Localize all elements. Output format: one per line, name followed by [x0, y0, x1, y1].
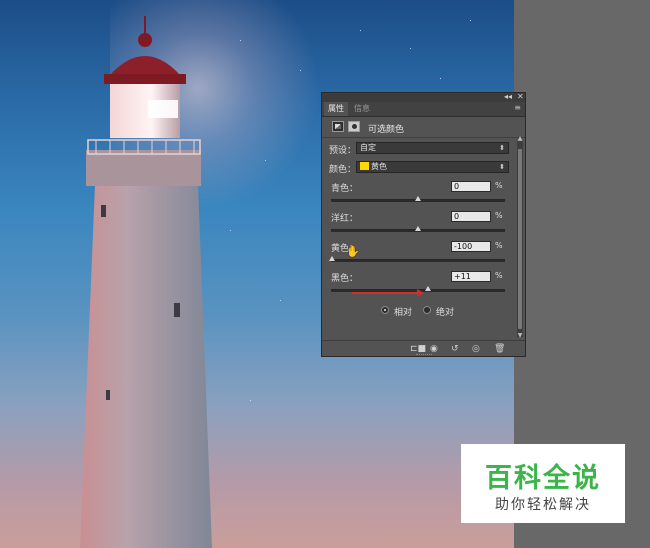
color-value: 黄色	[371, 162, 387, 171]
color-dropdown[interactable]: 黄色 ⬍	[356, 161, 509, 173]
adjustment-layer-icon[interactable]	[332, 121, 344, 132]
preset-label: 预设：	[329, 146, 357, 156]
black-input[interactable]: +11	[451, 271, 491, 282]
color-swatch	[360, 162, 369, 170]
cyan-label: 青色：	[331, 184, 359, 194]
watermark-title: 百科全说	[485, 463, 601, 494]
view-previous-icon[interactable]: ◉	[430, 344, 438, 354]
black-slider-thumb[interactable]	[425, 286, 431, 291]
magenta-input[interactable]: 0	[451, 211, 491, 222]
close-icon[interactable]: ✕	[517, 92, 524, 101]
magenta-slider-thumb[interactable]	[415, 226, 421, 231]
watermark-subtitle: 助你轻松解决	[495, 497, 591, 513]
black-unit: %	[495, 271, 503, 280]
panel-titlebar[interactable]: ◂◂ ✕	[322, 92, 525, 102]
color-label: 颜色：	[329, 165, 357, 175]
visibility-eye-icon[interactable]: ◎	[472, 344, 480, 354]
yellow-input[interactable]: -100	[451, 241, 491, 252]
absolute-label[interactable]: 绝对	[436, 305, 454, 318]
yellow-unit: %	[495, 241, 503, 250]
layer-mask-icon[interactable]	[348, 121, 360, 132]
panel-menu-icon[interactable]: ≡	[514, 103, 521, 112]
relative-radio[interactable]	[381, 306, 389, 314]
cyan-slider-thumb[interactable]	[415, 196, 421, 201]
yellow-slider-thumb[interactable]	[329, 256, 335, 261]
tab-info[interactable]: 信息	[350, 102, 374, 116]
reset-icon[interactable]: ↺	[451, 344, 459, 354]
preset-value: 自定	[360, 143, 376, 152]
tab-properties[interactable]: 属性	[324, 102, 348, 116]
cyan-input[interactable]: 0	[451, 181, 491, 192]
preset-dropdown[interactable]: 自定 ⬍	[356, 142, 509, 154]
clip-to-layer-icon[interactable]: ⊏■	[410, 344, 426, 354]
scroll-down-icon[interactable]: ▼	[517, 333, 523, 339]
collapse-icon[interactable]: ◂◂	[504, 92, 512, 101]
adjustment-header: 可选颜色	[322, 117, 525, 138]
absolute-radio[interactable]	[423, 306, 431, 314]
magenta-unit: %	[495, 211, 503, 220]
dropdown-arrow-icon: ⬍	[499, 163, 505, 171]
dropdown-arrow-icon: ⬍	[499, 144, 505, 152]
scrollbar-thumb[interactable]	[518, 149, 522, 329]
yellow-slider-track[interactable]	[331, 259, 505, 262]
properties-panel: ◂◂ ✕ 属性 信息 ≡ 可选颜色 预设： 自定 ⬍ 颜色： 黄色 ⬍ 青色： …	[321, 92, 526, 357]
black-label: 黑色：	[331, 274, 359, 284]
panel-tabs: 属性 信息 ≡	[322, 102, 525, 117]
cyan-unit: %	[495, 181, 503, 190]
hand-cursor-icon: ✋	[346, 245, 360, 258]
watermark: 百科全说 助你轻松解决	[461, 444, 625, 523]
resize-grip[interactable]	[416, 354, 432, 357]
panel-scrollbar[interactable]	[517, 141, 523, 337]
annotation-arrow	[352, 289, 424, 297]
magenta-label: 洋红：	[331, 214, 359, 224]
adjustment-title: 可选颜色	[368, 125, 405, 135]
relative-label[interactable]: 相对	[394, 305, 412, 318]
trash-icon[interactable]: 🗑	[494, 344, 505, 354]
